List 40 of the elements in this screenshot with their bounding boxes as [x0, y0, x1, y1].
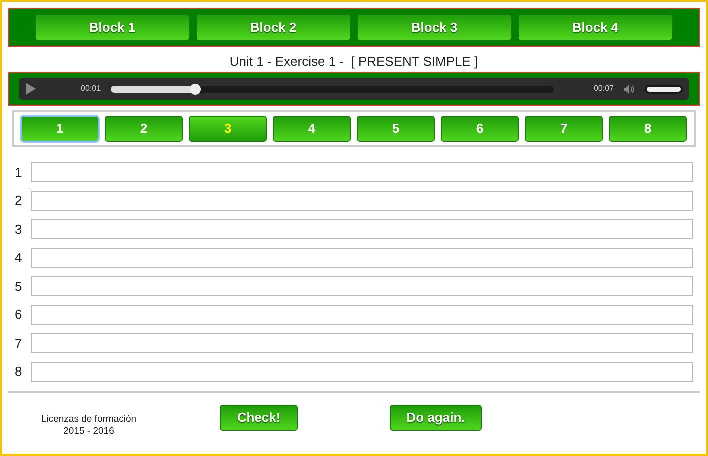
credit-text: 2015 - 2016 [64, 426, 114, 438]
exercise-title: Unit 1 - Exercise 1 - [ PRESENT SIMPLE ] [228, 53, 480, 69]
answer-number: 7 [15, 334, 24, 352]
answer-field[interactable] [31, 248, 693, 268]
answer-field[interactable] [31, 219, 693, 240]
answer-number: 1 [15, 164, 24, 182]
slider-thumb[interactable] [190, 84, 202, 94]
answer-number: 3 [15, 220, 24, 238]
total-time: 00:07 [594, 83, 614, 95]
question-tab[interactable]: 2 [105, 116, 183, 142]
volume-track[interactable] [645, 84, 683, 94]
speaker-icon[interactable] [624, 84, 635, 94]
question-tab[interactable]: 3 [189, 116, 267, 142]
question-tab[interactable]: 8 [609, 116, 687, 142]
answer-field[interactable] [31, 333, 693, 354]
credit-text: Licenzas de formación [41, 414, 137, 426]
play-icon[interactable] [25, 83, 37, 95]
question-tab[interactable]: 5 [357, 116, 435, 142]
question-tab[interactable]: 4 [273, 116, 351, 142]
block-button[interactable]: Block 4 [518, 14, 673, 41]
progress-track[interactable] [111, 86, 554, 92]
block-button[interactable]: Block 2 [196, 14, 351, 41]
block-button[interactable]: Block 1 [35, 14, 190, 41]
answer-number: 2 [15, 192, 24, 210]
answer-field[interactable] [31, 162, 693, 182]
do-again-button[interactable]: Do again. [390, 405, 482, 431]
answer-number: 4 [15, 249, 24, 267]
answer-field[interactable] [31, 304, 693, 325]
block-button[interactable]: Block 3 [357, 14, 512, 41]
answer-number: 6 [15, 306, 24, 324]
question-tab[interactable]: 6 [441, 116, 519, 142]
question-tab[interactable]: 1 [21, 116, 99, 142]
question-tab[interactable]: 7 [525, 116, 603, 142]
answer-field[interactable] [31, 190, 693, 211]
answer-number: 5 [15, 278, 24, 296]
answer-field[interactable] [31, 362, 693, 382]
current-time: 00:01 [81, 83, 102, 95]
check-button[interactable]: Check! [220, 405, 298, 431]
answer-number: 8 [15, 363, 24, 381]
answer-field[interactable] [31, 276, 693, 296]
